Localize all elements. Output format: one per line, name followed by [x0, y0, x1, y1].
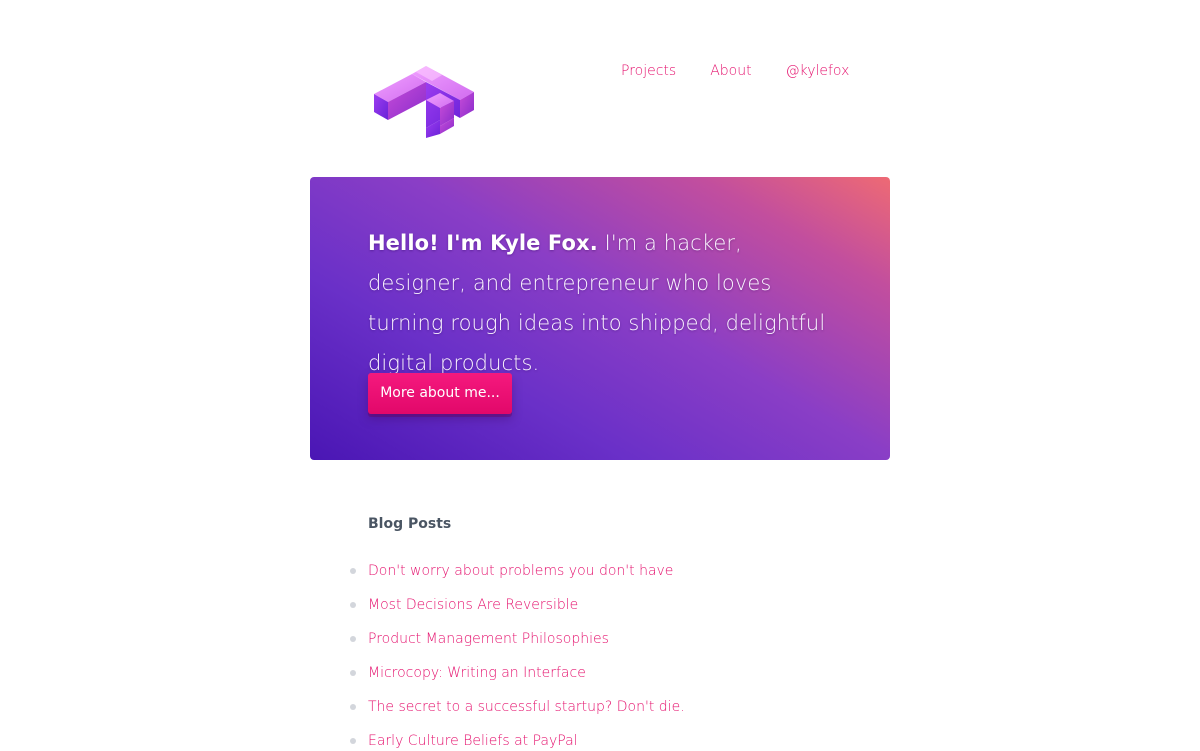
site-logo[interactable] [368, 60, 480, 138]
page: Projects About @kylefox Hello! I'm Kyle … [0, 0, 1200, 751]
blog-post-link[interactable]: Product Management Philosophies [368, 631, 609, 647]
nav-link-twitter[interactable]: @kylefox [786, 62, 850, 80]
list-item: Product Management Philosophies [350, 628, 685, 662]
bullet-icon [350, 738, 356, 744]
list-item: Don't worry about problems you don't hav… [350, 560, 685, 594]
hero-greeting: Hello! I'm Kyle Fox. [368, 231, 598, 255]
isometric-f-logo-icon [374, 66, 474, 138]
list-item: The secret to a successful startup? Don'… [350, 696, 685, 730]
nav-link-projects[interactable]: Projects [621, 62, 676, 80]
hero-intro: Hello! I'm Kyle Fox. I'm a hacker, desig… [368, 223, 838, 383]
bullet-icon [350, 670, 356, 676]
bullet-icon [350, 636, 356, 642]
bullet-icon [350, 704, 356, 710]
list-item: Microcopy: Writing an Interface [350, 662, 685, 696]
blog-post-link[interactable]: The secret to a successful startup? Don'… [368, 699, 685, 715]
blog-post-list: Don't worry about problems you don't hav… [350, 560, 685, 751]
bullet-icon [350, 568, 356, 574]
list-item: Early Culture Beliefs at PayPal [350, 730, 685, 751]
blog-post-link[interactable]: Microcopy: Writing an Interface [368, 665, 586, 681]
more-about-me-button[interactable]: More about me... [368, 373, 512, 414]
blog-posts-heading: Blog Posts [368, 516, 452, 532]
blog-post-link[interactable]: Most Decisions Are Reversible [368, 597, 578, 613]
main-nav: Projects About @kylefox [621, 62, 849, 80]
hero-banner: Hello! I'm Kyle Fox. I'm a hacker, desig… [310, 177, 890, 460]
list-item: Most Decisions Are Reversible [350, 594, 685, 628]
bullet-icon [350, 602, 356, 608]
nav-link-about[interactable]: About [710, 62, 751, 80]
blog-post-link[interactable]: Early Culture Beliefs at PayPal [368, 733, 578, 749]
blog-post-link[interactable]: Don't worry about problems you don't hav… [368, 563, 673, 579]
